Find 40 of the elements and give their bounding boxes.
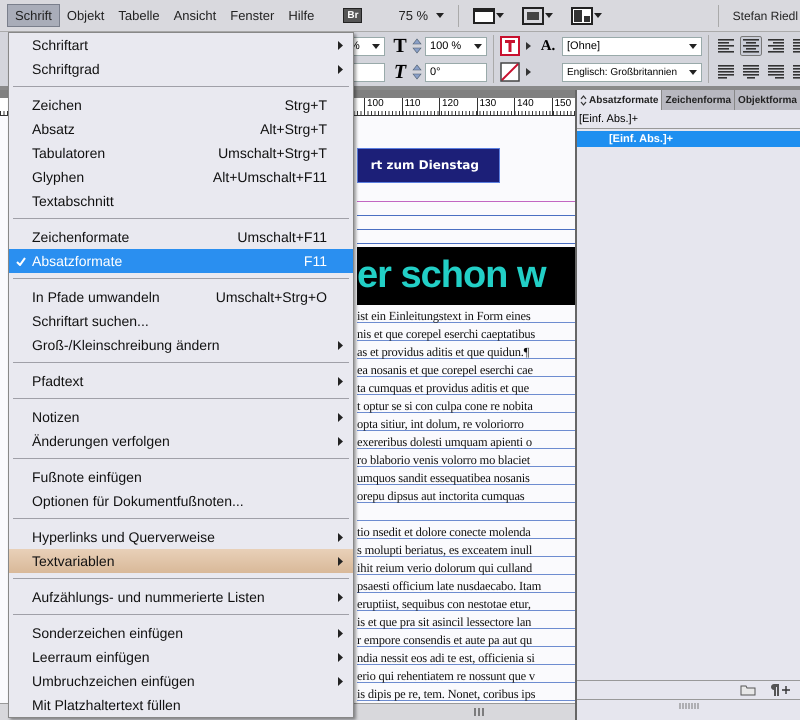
text-line: psaesti officium late nusdaecabo. Itam xyxy=(357,578,542,595)
shortcut-text: F11 xyxy=(304,253,327,269)
shortcut-text: Umschalt+F11 xyxy=(237,229,327,245)
text-line: ta cumquas et providus aditis et que xyxy=(357,380,530,397)
char-style-symbol: A. xyxy=(540,37,556,56)
text-line: exereribus dolesti umquam apienti o xyxy=(357,434,533,451)
text-line: umquos sandit essequatibea nosanis xyxy=(357,470,531,487)
text-line: r empore consendis et aute pa aut qu xyxy=(357,632,534,649)
text-line: nis et que corepel eserchi caeptatibus xyxy=(357,326,536,343)
shortcut-text: Alt+Strg+T xyxy=(260,121,327,137)
banner-text: rt zum Dienstag xyxy=(370,158,479,172)
text-line: ihit reium verio dolorum qui culland xyxy=(357,560,534,577)
ruler-label: 120 xyxy=(439,98,462,115)
ruler-label: 130 xyxy=(476,98,500,115)
headline-text: er schon w xyxy=(357,254,546,298)
user-name: Stefan Riedl xyxy=(732,8,798,22)
text-line: is dipis pe re, tem. Nonet, coribus ips xyxy=(357,686,536,703)
text-line: opta sitiur, int dolum, re voloriorro xyxy=(357,416,525,433)
shortcut-text: Strg+T xyxy=(284,97,327,113)
ruler-label: 140 xyxy=(514,98,538,115)
text-line: is et que pra sit asincil lessectore lan xyxy=(357,614,532,631)
ruler-label: 100 xyxy=(364,98,388,115)
text-line: erio qui rehentiatem re nossunt que v xyxy=(357,668,536,685)
shortcut-text: Alt+Umschalt+F11 xyxy=(212,169,327,185)
text-line: tio nsedit et dolore conecte molenda xyxy=(357,524,532,541)
text-line: orepu dipsus aut inctorita cumquas xyxy=(357,488,526,505)
text-line: ro blaborio venis volorro mo blaciet xyxy=(357,452,532,469)
text-line: ndia nessit eos adi te est, officienia si xyxy=(357,650,536,667)
text-line: as et providus aditis et que quidun.¶ xyxy=(357,344,530,361)
ruler-label: 110 xyxy=(402,98,425,115)
skew-symbol: T xyxy=(392,62,408,82)
scale-symbol: T xyxy=(392,36,408,56)
current-style-label: [Einf. Abs.]+ xyxy=(577,110,800,129)
text-line: ea nosanis et que corepel eserchi cae xyxy=(357,362,534,379)
text-line: t optur se si con culpa cone re nobita xyxy=(357,398,534,415)
shortcut-text: Umschalt+Strg+T xyxy=(218,145,327,161)
text-line: eruptiist, sequibus con nestotae etur, xyxy=(357,596,532,613)
text-line: ist ein Einleitungstext in Form eines xyxy=(357,308,532,325)
shortcut-text: Umschalt+Strg+O xyxy=(216,289,327,305)
text-line: s molupti beriatus, es exceatem inull xyxy=(357,542,534,559)
